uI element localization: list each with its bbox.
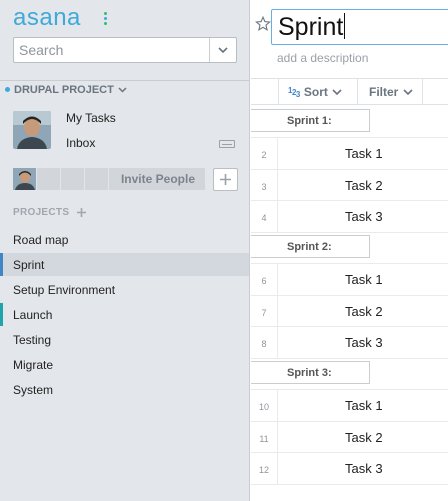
task-row[interactable]: 2 Task 1 — [251, 137, 448, 170]
task-name[interactable]: Task 3 — [345, 453, 383, 485]
sidebar: asana DRUPAL PROJECT My Tasks Inbox — [0, 0, 250, 501]
empty-member-slot — [85, 168, 109, 190]
project-description-field[interactable]: add a description — [277, 51, 368, 65]
project-color-marker — [0, 303, 3, 326]
task-row[interactable]: 11 Task 2 — [251, 421, 448, 453]
project-item[interactable]: System — [0, 378, 249, 401]
task-name[interactable]: Task 2 — [345, 421, 383, 453]
row-number: 2 — [251, 137, 278, 170]
workspace-label: DRUPAL PROJECT — [14, 83, 114, 96]
empty-member-slot — [61, 168, 85, 190]
search-input[interactable] — [14, 38, 210, 62]
section-row[interactable]: Sprint 1: — [251, 106, 448, 138]
search-dropdown-button[interactable] — [209, 38, 236, 62]
task-row[interactable]: 12 Task 3 — [251, 452, 448, 485]
my-tasks-link[interactable]: My Tasks — [66, 111, 116, 125]
project-color-marker — [0, 253, 3, 276]
row-number: 6 — [251, 263, 278, 296]
team-members-row: Invite People — [13, 168, 205, 190]
task-row[interactable]: 4 Task 3 — [251, 200, 448, 233]
project-title-field[interactable]: Sprint — [271, 9, 448, 45]
task-name[interactable]: Task 3 — [345, 201, 383, 233]
project-label: Launch — [13, 307, 53, 322]
avatar-photo-icon — [13, 168, 36, 190]
chevron-down-icon — [403, 89, 413, 95]
section-header[interactable]: Sprint 3: — [251, 361, 370, 384]
search-box — [13, 37, 237, 63]
empty-member-slot — [37, 168, 61, 190]
project-item[interactable]: Launch — [0, 303, 249, 326]
project-item[interactable]: Road map — [0, 228, 249, 251]
row-number: 11 — [251, 421, 278, 453]
row-number: 3 — [251, 169, 278, 201]
chevron-down-icon — [332, 89, 342, 95]
task-name[interactable]: Task 2 — [345, 169, 383, 201]
sort-button[interactable]: 123 Sort — [278, 79, 358, 105]
project-label: System — [13, 382, 54, 397]
filter-button[interactable]: Filter — [358, 79, 423, 105]
section-row[interactable]: Sprint 2: — [251, 232, 448, 264]
section-header[interactable]: Sprint 2: — [251, 235, 370, 258]
text-cursor — [344, 13, 346, 39]
logo-dots-icon — [104, 12, 108, 26]
project-label: Testing — [13, 332, 52, 347]
workspace-switcher[interactable]: DRUPAL PROJECT — [0, 80, 249, 98]
task-row[interactable]: 10 Task 1 — [251, 389, 448, 422]
project-item[interactable]: Testing — [0, 328, 249, 351]
row-number: 8 — [251, 326, 278, 359]
task-row[interactable]: 8 Task 3 — [251, 326, 448, 359]
avatar-photo-icon — [13, 111, 51, 149]
task-toolbar: 123 Sort Filter — [251, 78, 448, 105]
task-name[interactable]: Task 2 — [345, 295, 383, 327]
task-name[interactable]: Task 1 — [345, 264, 383, 296]
team-member-avatar[interactable] — [13, 168, 37, 190]
task-row[interactable]: 3 Task 2 — [251, 169, 448, 201]
project-item[interactable]: Setup Environment — [0, 278, 249, 301]
add-project-plus-icon[interactable] — [77, 208, 87, 217]
sort-label: Sort — [303, 85, 328, 99]
project-label: Sprint — [13, 257, 45, 272]
inbox-link[interactable]: Inbox — [66, 136, 95, 150]
row-number: 7 — [251, 295, 278, 327]
asana-logo[interactable]: asana — [13, 4, 81, 32]
project-item[interactable]: Migrate — [0, 353, 249, 376]
add-member-button[interactable] — [213, 168, 238, 191]
task-name[interactable]: Task 1 — [345, 390, 383, 422]
user-avatar[interactable] — [13, 111, 51, 149]
filter-label: Filter — [369, 85, 399, 99]
section-header[interactable]: Sprint 1: — [251, 109, 370, 132]
section-row[interactable]: Sprint 3: — [251, 358, 448, 390]
project-label: Setup Environment — [13, 282, 116, 297]
project-label: Migrate — [13, 357, 54, 372]
row-number: 4 — [251, 200, 278, 233]
star-icon[interactable] — [255, 16, 271, 32]
row-number: 12 — [251, 452, 278, 485]
task-name[interactable]: Task 3 — [345, 327, 383, 359]
project-title-text: Sprint — [278, 13, 344, 41]
projects-header-label: PROJECTS — [13, 207, 70, 218]
task-name[interactable]: Task 1 — [345, 138, 383, 170]
project-label: Road map — [13, 232, 69, 247]
project-item[interactable]: Sprint — [0, 253, 249, 276]
chevron-down-icon — [118, 86, 127, 93]
task-row[interactable]: 6 Task 1 — [251, 263, 448, 296]
inbox-tray-icon[interactable] — [219, 140, 235, 148]
chevron-down-icon — [218, 47, 228, 53]
project-pane: Sprint add a description 123 Sort Filter… — [251, 0, 448, 501]
projects-header: PROJECTS — [13, 207, 87, 218]
workspace-dot-icon — [5, 87, 10, 92]
sort-numeric-icon: 123 — [288, 85, 300, 99]
row-number: 10 — [251, 389, 278, 422]
invite-people-button[interactable]: Invite People — [109, 168, 205, 190]
task-row[interactable]: 7 Task 2 — [251, 295, 448, 327]
plus-icon — [220, 174, 231, 185]
